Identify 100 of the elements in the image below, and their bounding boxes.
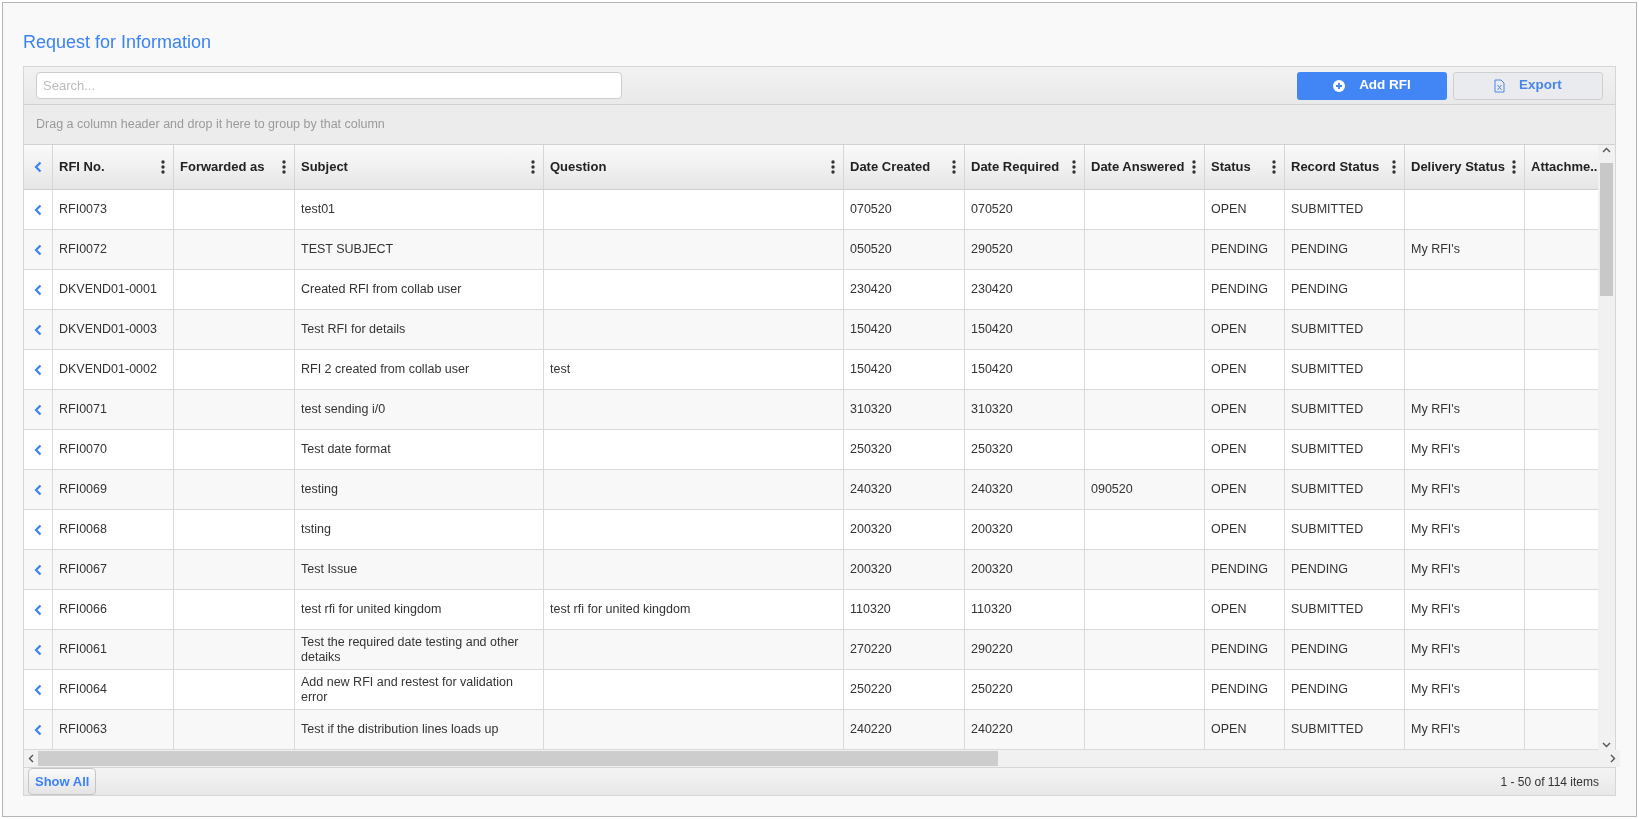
table-cell: SUBMITTED — [1291, 322, 1364, 337]
spreadsheet-file-icon — [1494, 78, 1506, 93]
table-cell: DKVEND01-0002 — [59, 362, 157, 377]
expand-chevron-icon[interactable] — [34, 161, 42, 173]
scroll-right-icon[interactable] — [1610, 754, 1616, 763]
column-menu-icon[interactable] — [531, 160, 535, 174]
table-cell: 310320 — [850, 402, 892, 417]
table-cell: My RFI's — [1411, 242, 1460, 257]
column-menu-icon[interactable] — [282, 160, 286, 174]
add-button[interactable]: Add RFI — [1297, 71, 1447, 100]
expand-chevron-icon[interactable] — [34, 483, 42, 496]
column-menu-icon[interactable] — [1512, 160, 1516, 174]
table-cell: RFI 2 created from collab user — [301, 362, 470, 377]
table-cell: 310320 — [971, 402, 1013, 417]
expand-chevron-icon[interactable] — [34, 363, 42, 376]
table-cell: test rfi for united kingdom — [301, 602, 442, 617]
expand-chevron-icon[interactable] — [34, 403, 42, 416]
group-hint: Drag a column header and drop it here to group by that column — [36, 116, 385, 134]
column-header[interactable]: Status — [1211, 159, 1272, 175]
table-cell: RFI0061 — [59, 642, 107, 657]
column-menu-icon[interactable] — [831, 160, 835, 174]
expand-chevron-icon[interactable] — [34, 563, 42, 576]
column-menu-icon[interactable] — [1392, 160, 1396, 174]
table-cell: 200320 — [850, 562, 892, 577]
table-cell: test sending i/0 — [301, 402, 386, 417]
table-cell: 290520 — [971, 242, 1013, 257]
table-cell: SUBMITTED — [1291, 482, 1364, 497]
expand-chevron-icon[interactable] — [34, 203, 42, 216]
column-header[interactable]: Date Created — [850, 159, 952, 175]
table-cell: PENDING — [1211, 562, 1268, 577]
expand-chevron-icon[interactable] — [34, 283, 42, 296]
column-header[interactable]: RFI No. — [59, 159, 161, 175]
table-cell: RFI0067 — [59, 562, 107, 577]
column-header[interactable]: Date Answered — [1091, 159, 1192, 175]
table-cell: My RFI's — [1411, 682, 1460, 697]
table-cell: OPEN — [1211, 202, 1247, 217]
scroll-left-icon[interactable] — [28, 754, 34, 763]
table-cell: My RFI's — [1411, 522, 1460, 537]
table-cell: OPEN — [1211, 602, 1247, 617]
column-menu-icon[interactable] — [1272, 160, 1276, 174]
expand-chevron-icon[interactable] — [34, 643, 42, 656]
column-menu-icon[interactable] — [1072, 160, 1076, 174]
table-cell: 270220 — [850, 642, 892, 657]
column-header[interactable]: Attachme... — [1531, 159, 1599, 175]
column-header[interactable]: Record Status — [1291, 159, 1392, 175]
table-cell: 050520 — [850, 242, 892, 257]
table-cell: RFI0063 — [59, 722, 107, 737]
search-field[interactable]: Search... — [36, 72, 622, 99]
table-cell: Test if the distribution lines loads up — [301, 722, 499, 737]
table-cell: 150420 — [850, 322, 892, 337]
table-cell: PENDING — [1291, 562, 1348, 577]
table-cell: PENDING — [1211, 282, 1268, 297]
table-cell: test01 — [301, 202, 336, 217]
table-cell: test rfi for united kingdom — [550, 602, 691, 617]
expand-chevron-icon[interactable] — [34, 443, 42, 456]
table-cell: SUBMITTED — [1291, 522, 1364, 537]
table-cell: RFI0069 — [59, 482, 107, 497]
column-header[interactable]: Question — [550, 159, 831, 175]
table-cell: 250220 — [971, 682, 1013, 697]
column-header[interactable]: Forwarded as — [180, 159, 282, 175]
expand-chevron-icon[interactable] — [34, 723, 42, 736]
table-cell: DKVEND01-0001 — [59, 282, 157, 297]
table-cell: My RFI's — [1411, 602, 1460, 617]
expand-chevron-icon[interactable] — [34, 683, 42, 696]
table-cell: OPEN — [1211, 402, 1247, 417]
vertical-scrollbar[interactable] — [1598, 145, 1615, 750]
expand-chevron-icon[interactable] — [34, 323, 42, 336]
table-cell: My RFI's — [1411, 642, 1460, 657]
table-cell: 250320 — [971, 442, 1013, 457]
column-header[interactable]: Subject — [301, 159, 531, 175]
column-menu-icon[interactable] — [161, 160, 165, 174]
column-menu-icon[interactable] — [952, 160, 956, 174]
scroll-up-icon[interactable] — [1602, 147, 1612, 153]
table-cell: 240220 — [850, 722, 892, 737]
table-cell: SUBMITTED — [1291, 442, 1364, 457]
table-cell: Test Issue — [301, 562, 358, 577]
expand-chevron-icon[interactable] — [34, 603, 42, 616]
table-cell: SUBMITTED — [1291, 722, 1364, 737]
table-cell: 090520 — [1091, 482, 1133, 497]
table-cell: SUBMITTED — [1291, 202, 1364, 217]
expand-chevron-icon[interactable] — [34, 243, 42, 256]
table-cell: 150420 — [971, 362, 1013, 377]
table-cell: 070520 — [971, 202, 1013, 217]
table-cell: OPEN — [1211, 442, 1247, 457]
horizontal-scrollbar[interactable] — [24, 750, 1620, 767]
column-header[interactable]: Date Required — [971, 159, 1072, 175]
table-cell: 230420 — [971, 282, 1013, 297]
column-menu-icon[interactable] — [1192, 160, 1196, 174]
table-cell: SUBMITTED — [1291, 402, 1364, 417]
table-cell: OPEN — [1211, 482, 1247, 497]
expand-chevron-icon[interactable] — [34, 523, 42, 536]
table-cell: 240320 — [850, 482, 892, 497]
scroll-thumb[interactable] — [38, 751, 998, 766]
scroll-down-icon[interactable] — [1602, 742, 1612, 748]
table-cell-text: Test the required date testing and other detaiks — [301, 634, 520, 665]
table-cell: OPEN — [1211, 522, 1247, 537]
scroll-thumb[interactable] — [1600, 163, 1614, 296]
column-header[interactable]: Delivery Status — [1411, 159, 1512, 175]
table-cell: SUBMITTED — [1291, 602, 1364, 617]
table-cell: PENDING — [1291, 242, 1348, 257]
